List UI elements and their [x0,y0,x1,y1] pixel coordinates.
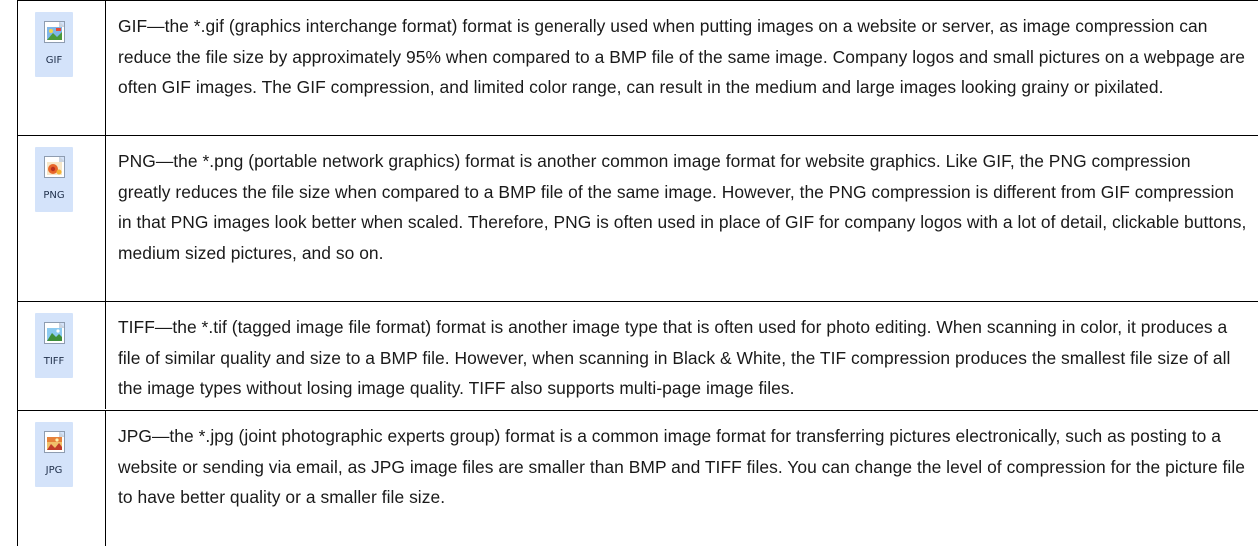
icon-cell: TIFF [18,302,106,409]
table-row-png: PNG PNG—the *.png (portable network grap… [18,135,1258,301]
table-row-tiff: TIFF TIFF—the *.tif (tagged image file f… [18,301,1258,409]
format-description: JPG—the *.jpg (joint photographic expert… [118,426,1245,507]
png-file-icon: PNG [35,147,73,212]
tiff-file-icon: TIFF [35,313,73,378]
format-description: PNG—the *.png (portable network graphics… [118,151,1247,263]
icon-cell: GIF [18,1,106,135]
icon-label: JPG [45,465,63,476]
format-description: GIF—the *.gif (graphics interchange form… [118,16,1245,97]
table-row-jpg: JPG JPG—the *.jpg (joint photographic ex… [18,410,1258,546]
icon-label: GIF [45,55,63,66]
jpg-file-icon: JPG [35,422,73,487]
icon-cell: PNG [18,136,106,301]
table-row-gif: GIF GIF—the *.gif (graphics interchange … [18,0,1258,135]
gif-file-icon: GIF [35,12,73,77]
icon-label: TIFF [43,356,65,367]
image-format-table: GIF GIF—the *.gif (graphics interchange … [17,0,1258,546]
icon-cell: JPG [18,411,106,546]
icon-label: PNG [43,190,65,201]
format-description: TIFF—the *.tif (tagged image file format… [118,317,1231,398]
